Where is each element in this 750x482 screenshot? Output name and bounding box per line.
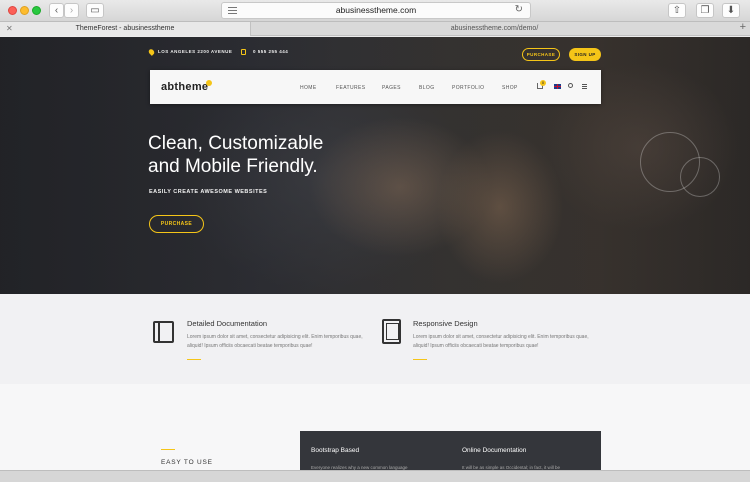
feature-text: Lorem ipsum dolor sit amet, consectetur … bbox=[187, 334, 363, 349]
section-title: EASY TO USE bbox=[161, 459, 213, 466]
panel-title: Online Documentation bbox=[462, 447, 527, 454]
feature-text: Lorem ipsum dolor sit amet, consectetur … bbox=[413, 334, 589, 349]
search-icon[interactable] bbox=[568, 83, 573, 88]
chevron-left-icon: ‹ bbox=[54, 5, 59, 16]
nav-pages[interactable]: PAGES bbox=[382, 85, 401, 91]
panel-title: Bootstrap Based bbox=[311, 447, 360, 454]
decorative-doodle bbox=[680, 157, 720, 197]
cart-count-badge: 0 bbox=[540, 80, 546, 86]
chevron-right-icon: › bbox=[69, 5, 74, 16]
nav-shop[interactable]: SHOP bbox=[502, 85, 518, 91]
close-window-button[interactable] bbox=[8, 6, 17, 15]
tab-label: abusinesstheme.com/demo/ bbox=[450, 25, 539, 32]
site-logo[interactable]: abtheme bbox=[161, 81, 208, 93]
nav-portfolio[interactable]: PORTFOLIO bbox=[452, 85, 484, 91]
hero-title: Clean, Customizable and Mobile Friendly. bbox=[148, 133, 324, 177]
sidebar-button[interactable]: ▭ bbox=[86, 3, 104, 18]
logo-badge-icon bbox=[206, 80, 212, 86]
feature-title: Detailed Documentation bbox=[187, 319, 268, 328]
close-tab-icon[interactable]: ✕ bbox=[6, 22, 13, 36]
back-button[interactable]: ‹ bbox=[49, 3, 64, 18]
nav-blog[interactable]: BLOG bbox=[419, 85, 435, 91]
new-tab-icon[interactable]: + bbox=[740, 21, 746, 33]
phone-text: 0 555 255 444 bbox=[253, 49, 289, 54]
download-icon: ⬇ bbox=[726, 5, 736, 16]
browser-toolbar: ‹ › ▭ abusinesstheme.com ↻ ⇧ ❐ ⬇ bbox=[0, 0, 750, 22]
feature-divider bbox=[187, 359, 201, 360]
purchase-top-button[interactable]: PURCHASE bbox=[522, 48, 560, 61]
mobile-icon bbox=[382, 319, 401, 344]
features-section: Detailed Documentation Lorem ipsum dolor… bbox=[0, 294, 750, 384]
browser-status-bar bbox=[0, 470, 750, 482]
feature-title: Responsive Design bbox=[413, 319, 478, 328]
section-divider bbox=[161, 449, 175, 450]
tab-bar: ✕ ThemeForest - abusinesstheme abusiness… bbox=[0, 21, 750, 36]
address-bar[interactable]: abusinesstheme.com ↻ bbox=[221, 2, 531, 19]
hero-subtitle: EASILY CREATE AWESOME WEBSITES bbox=[149, 189, 268, 195]
hero-purchase-button[interactable]: PURCHASE bbox=[149, 215, 204, 233]
tab-themeforest[interactable]: ✕ ThemeForest - abusinesstheme bbox=[0, 22, 251, 36]
tab-demo[interactable]: abusinesstheme.com/demo/ bbox=[252, 22, 737, 36]
sidebar-icon: ▭ bbox=[90, 5, 100, 16]
downloads-button[interactable]: ⬇ bbox=[722, 3, 740, 18]
tab-label: ThemeForest - abusinesstheme bbox=[75, 25, 175, 32]
share-icon: ⇧ bbox=[672, 5, 682, 16]
book-icon bbox=[153, 321, 174, 343]
easy-to-use-section: EASY TO USE Bootstrap Based Everyone rea… bbox=[0, 384, 750, 482]
reload-icon[interactable]: ↻ bbox=[515, 4, 523, 15]
phone-icon bbox=[241, 49, 246, 55]
nav-features[interactable]: FEATURES bbox=[336, 85, 366, 91]
forward-button[interactable]: › bbox=[64, 3, 79, 18]
nav-home[interactable]: HOME bbox=[300, 85, 317, 91]
share-button[interactable]: ⇧ bbox=[668, 3, 686, 18]
url-text: abusinesstheme.com bbox=[335, 5, 417, 15]
feature-divider bbox=[413, 359, 427, 360]
minimize-window-button[interactable] bbox=[20, 6, 29, 15]
main-navigation: abtheme HOME FEATURES PAGES BLOG PORTFOL… bbox=[150, 70, 601, 104]
signup-button[interactable]: SIGN UP bbox=[569, 48, 601, 61]
tabs-icon: ❐ bbox=[700, 5, 710, 16]
menu-icon[interactable] bbox=[582, 84, 587, 91]
uk-flag-icon[interactable] bbox=[554, 84, 561, 89]
maximize-window-button[interactable] bbox=[32, 6, 41, 15]
hero-section: LOS ANGELES 2200 AVENUE 0 555 255 444 PU… bbox=[0, 37, 750, 294]
tabs-button[interactable]: ❐ bbox=[696, 3, 714, 18]
address-text: LOS ANGELES 2200 AVENUE bbox=[158, 49, 233, 54]
